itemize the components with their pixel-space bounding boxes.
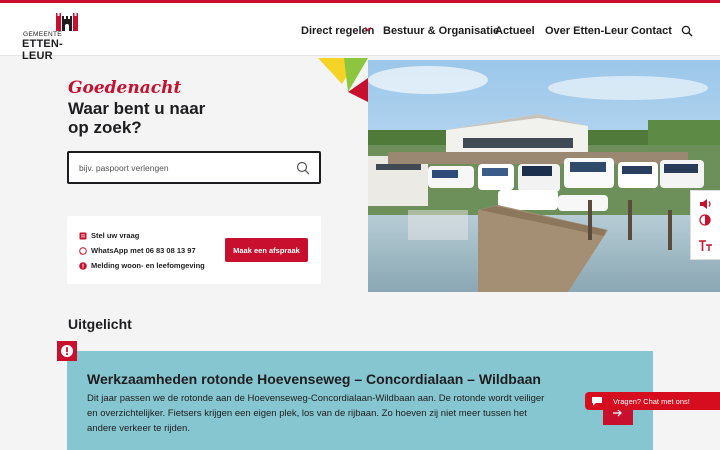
featured-title: Werkzaamheden rotonde Hoevenseweg – Conc… <box>87 371 541 387</box>
contact-item-label: Stel uw vraag <box>91 231 140 240</box>
contact-item-question[interactable]: Stel uw vraag <box>79 231 139 240</box>
search-icon[interactable] <box>681 25 693 37</box>
nav-item-contact[interactable]: Contact <box>631 25 672 37</box>
hero-headline: Waar bent u naar op zoek? <box>68 99 206 137</box>
search-icon[interactable] <box>296 161 310 175</box>
featured-alert-badge <box>57 341 77 361</box>
contrast-icon[interactable] <box>699 213 711 231</box>
nav-item-bestuur-organisatie[interactable]: Bestuur & Organisatie <box>383 25 499 37</box>
contact-card: Stel uw vraag WhatsApp met 06 83 08 13 9… <box>67 216 321 284</box>
contact-item-report[interactable]: Melding woon- en leefomgeving <box>79 261 205 270</box>
greeting-text: Goedenacht <box>68 78 182 98</box>
section-title-featured: Uitgelicht <box>68 316 132 332</box>
alert-icon <box>61 345 73 357</box>
contact-item-label: WhatsApp met 06 83 08 13 97 <box>91 246 196 255</box>
search-input[interactable] <box>79 161 279 175</box>
chat-label: Vragen? Chat met ons! <box>613 396 690 406</box>
chat-button[interactable]: Vragen? Chat met ons! <box>585 392 720 410</box>
site-logo[interactable]: GEMEENTE ETTEN-LEUR <box>22 11 92 62</box>
contact-item-whatsapp[interactable]: WhatsApp met 06 83 08 13 97 <box>79 246 196 255</box>
decorative-triangles-icon <box>318 58 368 102</box>
search-box <box>67 151 321 184</box>
form-icon <box>79 232 87 239</box>
contact-item-label: Melding woon- en leefomgeving <box>91 261 205 270</box>
logo-municipality-label: GEMEENTE <box>23 31 62 38</box>
make-appointment-button[interactable]: Maak een afspraak <box>225 238 308 262</box>
castle-logo-icon <box>56 13 78 31</box>
text-size-icon[interactable] <box>699 239 713 257</box>
marina-photo <box>368 60 720 292</box>
nav-item-over-etten-leur[interactable]: Over Etten-Leur <box>545 25 628 37</box>
chevron-down-icon[interactable] <box>364 25 372 33</box>
accessibility-toolbar <box>690 190 720 260</box>
arrow-right-icon <box>613 409 622 417</box>
chat-bubble-icon <box>592 397 602 406</box>
featured-body: Dit jaar passen we de rotonde aan de Hoe… <box>87 393 545 434</box>
site-header: GEMEENTE ETTEN-LEUR Direct regelen Bestu… <box>0 3 720 62</box>
nav-item-actueel[interactable]: Actueel <box>495 25 535 37</box>
featured-card[interactable]: Werkzaamheden rotonde Hoevenseweg – Conc… <box>67 351 653 450</box>
logo-town-name: ETTEN-LEUR <box>22 38 63 62</box>
alert-icon <box>79 261 87 270</box>
whatsapp-icon <box>79 246 87 255</box>
